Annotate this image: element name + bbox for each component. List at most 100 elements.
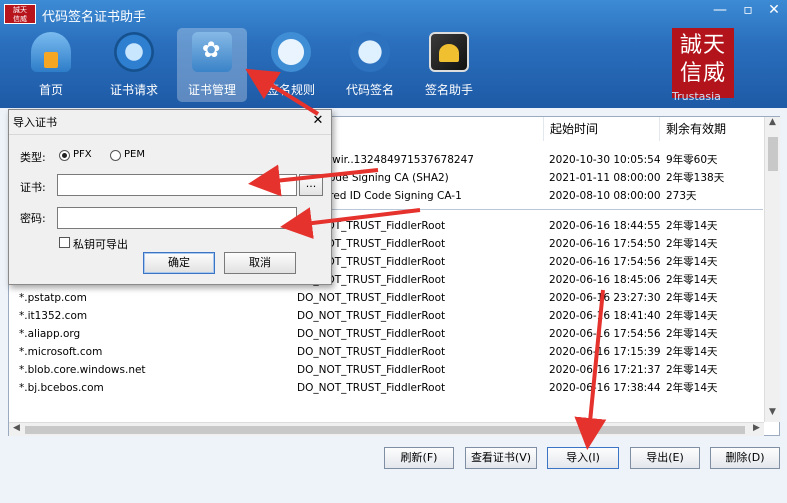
cert-path-input[interactable] [57, 174, 297, 196]
cert-remain-cell: 2年零14天 [666, 364, 718, 376]
cert-remain-cell: 273天 [666, 190, 697, 202]
cert-issuer-cell: DO_NOT_TRUST_FiddlerRoot [297, 364, 446, 376]
exportable-label[interactable]: 私钥可导出 [73, 236, 128, 252]
sign-rules-icon [271, 32, 311, 72]
scroll-up-icon[interactable]: ▲ [765, 117, 780, 131]
cert-start-cell: 2020-06-16 17:38:44 [549, 382, 661, 394]
import-cert-dialog: 导入证书 ✕ 类型: PFX PEM 证书: ... 密码: 私钥可导出 确定 … [8, 109, 332, 285]
export-button[interactable]: 导出(E) [630, 447, 700, 469]
toolbar-code-sign-label: 代码签名 [345, 83, 394, 97]
cert-start-cell: 2020-06-16 23:27:30 [549, 292, 661, 304]
cancel-button[interactable]: 取消 [224, 252, 296, 274]
table-row[interactable]: *.pstatp.com DO_NOT_TRUST_FiddlerRoot 2020… [9, 289, 763, 307]
cert-issuer-cell: DO_NOT_TRUST_FiddlerRoot [297, 382, 446, 394]
toolbar-code-sign[interactable]: 代码签名 [335, 28, 405, 102]
scroll-down-icon[interactable]: ▼ [765, 407, 780, 421]
toolbar-sign-helper[interactable]: 签名助手 [414, 28, 484, 102]
ok-button[interactable]: 确定 [143, 252, 215, 274]
code-sign-icon [350, 32, 390, 72]
dialog-title: 导入证书 [13, 116, 57, 129]
cert-start-cell: 2021-01-11 08:00:00 [549, 172, 661, 184]
toolbar-home-label: 首页 [38, 83, 63, 97]
pfx-radio[interactable] [59, 150, 70, 161]
cert-remain-cell: 9年零60天 [666, 154, 718, 166]
cert-name-cell: *.microsoft.com [19, 346, 103, 358]
pem-radio[interactable] [110, 150, 121, 161]
type-label: 类型: [20, 151, 46, 164]
toolbar-cert-manage[interactable]: 证书管理 [177, 28, 247, 102]
cert-name-cell: *.aliapp.org [19, 328, 81, 340]
hscroll-thumb[interactable] [25, 426, 745, 434]
cert-start-cell: 2020-06-16 17:54:50 [549, 238, 661, 250]
horizontal-scrollbar[interactable]: ◀ ▶ [9, 422, 764, 436]
cert-start-cell: 2020-06-16 18:44:55 [549, 220, 661, 232]
scroll-right-icon[interactable]: ▶ [749, 423, 764, 437]
exportable-checkbox[interactable] [59, 237, 70, 248]
cert-remain-cell: 2年零14天 [666, 274, 718, 286]
pem-radio-label[interactable]: PEM [124, 149, 145, 160]
password-label: 密码: [20, 212, 46, 225]
home-icon [31, 32, 71, 72]
toolbar-sign-helper-label: 签名助手 [424, 83, 473, 97]
cert-remain-cell: 2年零14天 [666, 328, 718, 340]
cert-remain-cell: 2年零14天 [666, 238, 718, 250]
maximize-icon[interactable]: ▫ [734, 0, 762, 22]
cert-remain-cell: 2年零14天 [666, 292, 718, 304]
cert-name-cell: *.it1352.com [19, 310, 88, 322]
cert-start-cell: 2020-06-16 17:54:56 [549, 256, 661, 268]
table-row[interactable]: *.blob.core.windows.net DO_NOT_TRUST_Fidd… [9, 361, 763, 379]
cert-remain-cell: 2年零14天 [666, 310, 718, 322]
view-cert-button[interactable]: 查看证书(V) [465, 447, 537, 469]
toolbar-sign-rules[interactable]: 签名规则 [256, 28, 326, 102]
scroll-left-icon[interactable]: ◀ [9, 423, 24, 437]
main-toolbar: 首页 证书请求 证书管理 签名规则 代码签名 签名助手 [0, 28, 787, 104]
cert-remain-cell: 2年零14天 [666, 382, 718, 394]
column-start-time[interactable]: 起始时间 [543, 117, 659, 141]
delete-button[interactable]: 删除(D) [710, 447, 780, 469]
cert-issuer-cell: DO_NOT_TRUST_FiddlerRoot [297, 328, 446, 340]
cert-issuer-cell: DO_NOT_TRUST_FiddlerRoot [297, 292, 446, 304]
minimize-icon[interactable]: — [706, 0, 734, 22]
cert-request-icon [114, 32, 154, 72]
cert-name-cell: *.bj.bcebos.com [19, 382, 104, 394]
import-button[interactable]: 导入(I) [547, 447, 619, 469]
password-input[interactable] [57, 207, 297, 229]
cert-start-cell: 2020-08-10 08:00:00 [549, 190, 661, 202]
cert-remain-cell: 2年零138天 [666, 172, 725, 184]
table-row[interactable]: *.bj.bcebos.com DO_NOT_TRUST_FiddlerRoot 2… [9, 379, 763, 397]
brand-logo: 誠天 信威 [672, 28, 734, 98]
app-logo: 誠天 信威 [4, 4, 36, 24]
close-icon[interactable]: ✕ [307, 111, 329, 131]
cert-start-cell: 2020-10-30 10:05:54 [549, 154, 661, 166]
table-row[interactable]: *.microsoft.com DO_NOT_TRUST_FiddlerRoot 2… [9, 343, 763, 361]
cert-remain-cell: 2年零14天 [666, 220, 718, 232]
window-title: 代码签名证书助手 [42, 10, 147, 25]
table-row[interactable]: *.it1352.com DO_NOT_TRUST_FiddlerRoot 2020… [9, 307, 763, 325]
cert-start-cell: 2020-06-16 17:15:39 [549, 346, 661, 358]
pfx-radio-label[interactable]: PFX [73, 149, 92, 160]
toolbar-cert-request[interactable]: 证书请求 [99, 28, 169, 102]
table-row[interactable]: *.aliapp.org DO_NOT_TRUST_FiddlerRoot 2020… [9, 325, 763, 343]
divider [9, 134, 331, 135]
column-remaining[interactable]: 剩余有效期 [659, 117, 763, 141]
cert-issuer-cell: DO_NOT_TRUST_FiddlerRoot [297, 310, 446, 322]
scroll-thumb[interactable] [768, 137, 778, 171]
cert-issuer-cell: DO_NOT_TRUST_FiddlerRoot [297, 346, 446, 358]
cert-remain-cell: 2年零14天 [666, 346, 718, 358]
brand-subtitle: Trustasia [672, 90, 721, 103]
cert-start-cell: 2020-06-16 18:41:40 [549, 310, 661, 322]
toolbar-home[interactable]: 首页 [16, 28, 86, 102]
toolbar-sign-rules-label: 签名规则 [266, 83, 315, 97]
cert-remain-cell: 2年零14天 [666, 256, 718, 268]
browse-button[interactable]: ... [299, 174, 323, 196]
toolbar-cert-request-label: 证书请求 [109, 83, 158, 97]
refresh-button[interactable]: 刷新(F) [384, 447, 454, 469]
toolbar-cert-manage-label: 证书管理 [187, 83, 236, 97]
cert-name-cell: *.blob.core.windows.net [19, 364, 146, 376]
cert-start-cell: 2020-06-16 18:45:06 [549, 274, 661, 286]
vertical-scrollbar[interactable]: ▲ ▼ [764, 117, 780, 422]
sign-helper-icon [429, 32, 469, 72]
app-header: 誠天信威 代码签名证书助手 — ▫ ✕ 首页 证书请求 证书管理 签名规则 代码… [0, 0, 787, 108]
cert-start-cell: 2020-06-16 17:54:56 [549, 328, 661, 340]
close-icon[interactable]: ✕ [760, 0, 787, 22]
